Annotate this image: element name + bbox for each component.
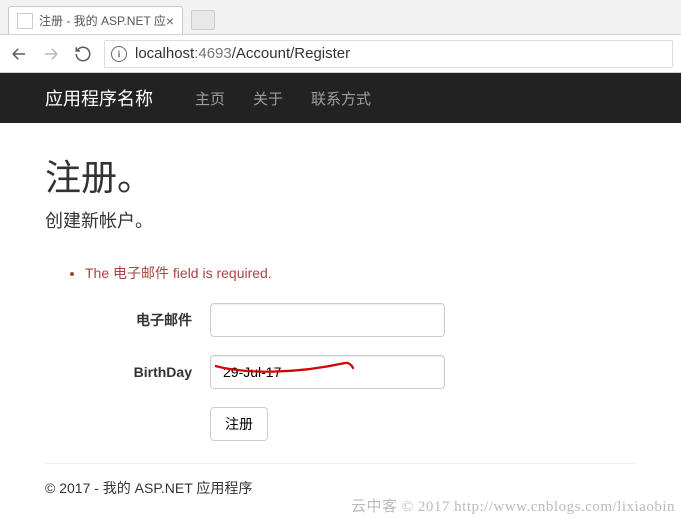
form-row-email: 电子邮件 — [45, 303, 636, 337]
arrow-left-icon — [10, 45, 28, 63]
url-path: /Account/Register — [232, 45, 350, 62]
arrow-right-icon — [42, 45, 60, 63]
submit-row: 注册 — [210, 407, 636, 441]
url-host: localhost — [135, 45, 194, 62]
site-info-icon[interactable]: i — [111, 46, 127, 62]
tab-favicon — [17, 13, 33, 29]
nav-link-home[interactable]: 主页 — [195, 88, 225, 109]
divider — [45, 463, 636, 464]
close-icon[interactable]: × — [166, 13, 174, 29]
address-bar[interactable]: i localhost:4693/Account/Register — [104, 40, 673, 68]
browser-tab-bar: 注册 - 我的 ASP.NET 应 × — [0, 0, 681, 35]
reload-icon — [74, 45, 92, 63]
browser-toolbar: i localhost:4693/Account/Register — [0, 35, 681, 73]
page-subtitle: 创建新帐户。 — [45, 207, 636, 233]
nav-link-about[interactable]: 关于 — [253, 88, 283, 109]
forward-button[interactable] — [40, 45, 62, 63]
watermark-text: 云中客 © 2017 http://www.cnblogs.com/lixiao… — [351, 495, 675, 516]
birthday-label: BirthDay — [45, 364, 210, 380]
reload-button[interactable] — [72, 45, 94, 63]
form-row-birthday: BirthDay — [45, 355, 636, 389]
page-content: 应用程序名称 主页 关于 联系方式 注册。 创建新帐户。 The 电子邮件 fi… — [0, 73, 681, 518]
tab-title: 注册 - 我的 ASP.NET 应 — [39, 12, 166, 29]
email-field[interactable] — [210, 303, 445, 337]
navbar-brand[interactable]: 应用程序名称 — [45, 85, 153, 111]
validation-summary: The 电子邮件 field is required. — [85, 263, 636, 283]
navbar: 应用程序名称 主页 关于 联系方式 — [0, 73, 681, 123]
email-label: 电子邮件 — [45, 310, 210, 330]
nav-link-contact[interactable]: 联系方式 — [311, 88, 371, 109]
url-port: :4693 — [194, 45, 232, 62]
browser-tab[interactable]: 注册 - 我的 ASP.NET 应 × — [8, 6, 183, 34]
birthday-field[interactable] — [210, 355, 445, 389]
register-button[interactable]: 注册 — [210, 407, 268, 441]
page-title: 注册。 — [45, 149, 636, 201]
validation-error: The 电子邮件 field is required. — [85, 263, 636, 283]
new-tab-button[interactable] — [191, 10, 215, 30]
main-container: 注册。 创建新帐户。 The 电子邮件 field is required. 电… — [0, 123, 681, 518]
back-button[interactable] — [8, 45, 30, 63]
